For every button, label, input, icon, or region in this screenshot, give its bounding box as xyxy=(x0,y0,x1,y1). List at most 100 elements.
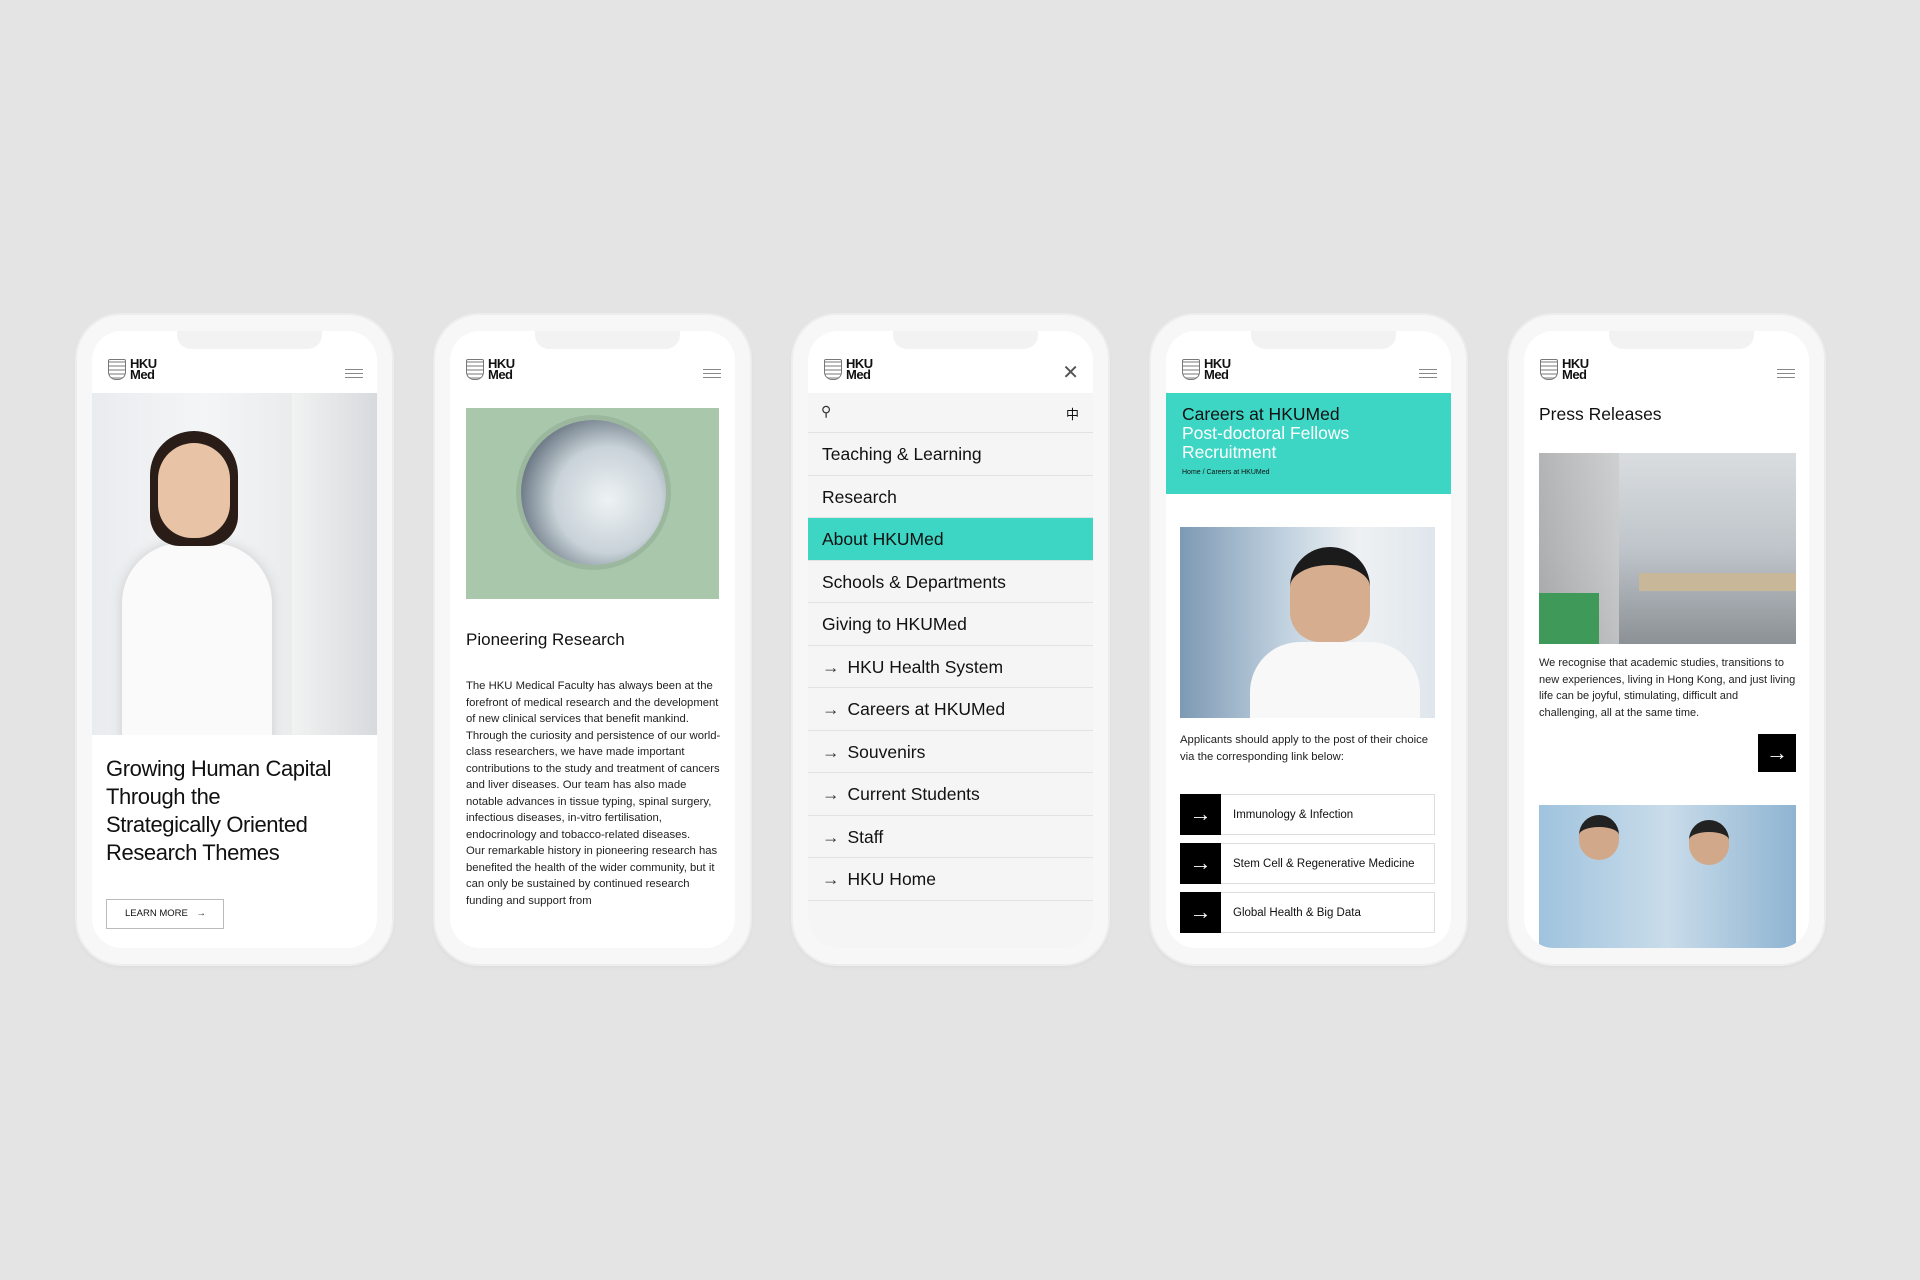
menu-item-label: HKU Health System xyxy=(847,656,1004,677)
logo-text: Med xyxy=(1562,367,1587,382)
page-banner: Careers at HKUMed Post-doctoral Fellows … xyxy=(1166,393,1451,494)
crest-icon xyxy=(824,358,842,380)
phone-mockup-press: HKU Med Press Releases We recognise that … xyxy=(1509,315,1824,964)
hamburger-menu-icon[interactable] xyxy=(1777,369,1795,378)
menu-item[interactable]: About HKUMed xyxy=(808,518,1093,561)
lab-photo xyxy=(466,408,719,599)
menu-item-label: About HKUMed xyxy=(822,529,944,549)
notch xyxy=(1609,331,1754,349)
menu-item-label: Careers at HKUMed xyxy=(847,699,1006,719)
link-label: Stem Cell & Regenerative Medicine xyxy=(1233,857,1415,870)
hkumed-logo[interactable]: HKU Med xyxy=(1540,357,1589,382)
menu-item-label: Souvenirs xyxy=(847,741,926,762)
crest-icon xyxy=(1540,358,1558,380)
arrow-right-icon: → xyxy=(1180,842,1221,884)
menu-item[interactable]: → HKU Home xyxy=(808,858,1093,901)
arrow-right-icon: → xyxy=(196,908,206,919)
menu-item-label: Current Students xyxy=(847,784,980,804)
menu-item[interactable]: Teaching & Learning xyxy=(808,433,1093,476)
screen-menu: HKU Med ✕ ⚲ 中 Teaching & Learning Research… xyxy=(808,331,1093,948)
students-photo xyxy=(1539,453,1796,644)
menu-item-label: Research xyxy=(822,486,897,507)
arrow-right-icon: → xyxy=(822,784,840,804)
section-label: Careers at HKUMed xyxy=(1182,404,1340,424)
search-bar[interactable]: ⚲ 中 xyxy=(808,393,1093,433)
arrow-right-icon: → xyxy=(822,826,840,847)
notch xyxy=(535,331,680,349)
heading-line: Through the xyxy=(106,784,221,809)
hkumed-logo[interactable]: HKU Med xyxy=(824,357,873,382)
button-label: LEARN MORE xyxy=(125,908,188,919)
screen-careers: HKU Med Careers at HKUMed Post-doctoral F… xyxy=(1166,331,1451,948)
researcher-photo xyxy=(1180,527,1435,718)
screen-research: HKU Med Pioneering Research The HKU Medic… xyxy=(450,331,735,948)
menu-item-label: HKU Home xyxy=(847,869,937,889)
hkumed-logo[interactable]: HKU Med xyxy=(1182,357,1231,382)
logo-text: Med xyxy=(1204,367,1229,382)
link-label: Global Health & Big Data xyxy=(1233,906,1361,919)
menu-item-label: Staff xyxy=(847,826,884,847)
screen-press: HKU Med Press Releases We recognise that … xyxy=(1524,331,1809,948)
hkumed-logo[interactable]: HKU Med xyxy=(466,357,515,382)
notch xyxy=(177,331,322,349)
breadcrumb[interactable]: Home / Careers at HKUMed xyxy=(1182,469,1435,476)
body-paragraph: Our remarkable history in pioneering res… xyxy=(466,845,718,907)
link-global-health[interactable]: → Global Health & Big Data xyxy=(1180,891,1435,933)
heading-line: Strategically Oriented xyxy=(106,812,308,837)
menu-item[interactable]: Schools & Departments xyxy=(808,560,1093,603)
hamburger-menu-icon[interactable] xyxy=(345,369,363,378)
section-title: Pioneering Research xyxy=(466,630,625,649)
menu-item[interactable]: Research xyxy=(808,475,1093,518)
page-title: Post-doctoral Fellows xyxy=(1182,423,1350,443)
crest-icon xyxy=(466,358,484,380)
hkumed-logo[interactable]: HKU Med xyxy=(108,357,157,382)
learn-more-button[interactable]: LEARN MORE → xyxy=(106,899,224,929)
crest-icon xyxy=(1182,358,1200,380)
arrow-right-icon: → xyxy=(822,741,840,762)
search-icon[interactable]: ⚲ xyxy=(821,403,831,420)
heading-line: Growing Human Capital xyxy=(106,756,332,781)
hamburger-menu-icon[interactable] xyxy=(703,369,721,378)
close-icon[interactable]: ✕ xyxy=(1062,363,1079,383)
menu-item-label: Teaching & Learning xyxy=(822,444,982,464)
heading-line: Research Themes xyxy=(106,840,280,865)
language-toggle[interactable]: 中 xyxy=(1066,404,1079,423)
menu-item[interactable]: → Current Students xyxy=(808,773,1093,816)
link-immunology[interactable]: → Immunology & Infection xyxy=(1180,793,1435,835)
phone-mockup-careers: HKU Med Careers at HKUMed Post-doctoral F… xyxy=(1151,315,1466,964)
crest-icon xyxy=(108,358,126,380)
hero-heading: Growing Human Capital Through the Strate… xyxy=(106,755,332,867)
arrow-right-icon: → xyxy=(1180,891,1221,933)
screen-home: HKU Med Growing Human Capital Through the… xyxy=(92,331,377,948)
menu-item[interactable]: Giving to HKUMed xyxy=(808,603,1093,646)
menu-item[interactable]: → HKU Health System xyxy=(808,645,1093,688)
notch xyxy=(893,331,1038,349)
arrow-right-icon: → xyxy=(1766,740,1788,765)
arrow-right-icon: → xyxy=(822,699,840,719)
page-title: Press Releases xyxy=(1539,404,1662,424)
logo-text: Med xyxy=(846,367,871,382)
phone-mockup-home: HKU Med Growing Human Capital Through the… xyxy=(77,315,392,964)
phone-mockup-research: HKU Med Pioneering Research The HKU Medic… xyxy=(435,315,750,964)
link-label: Immunology & Infection xyxy=(1233,808,1354,821)
body-paragraph: We recognise that academic studies, tran… xyxy=(1539,657,1796,719)
body-paragraph: The HKU Medical Faculty has always been … xyxy=(466,680,721,841)
menu-item[interactable]: → Careers at HKUMed xyxy=(808,688,1093,731)
page-title: Recruitment xyxy=(1182,442,1277,462)
logo-text: Med xyxy=(130,367,155,382)
menu-item-label: Giving to HKUMed xyxy=(822,614,967,634)
hero-photo-student xyxy=(92,393,377,735)
menu-item[interactable]: → Souvenirs xyxy=(808,730,1093,773)
logo-text: Med xyxy=(488,367,513,382)
arrow-right-button[interactable]: → xyxy=(1758,734,1796,772)
arrow-right-icon: → xyxy=(822,869,840,889)
link-stem-cell[interactable]: → Stem Cell & Regenerative Medicine xyxy=(1180,842,1435,884)
arrow-right-icon: → xyxy=(822,656,840,677)
notch xyxy=(1251,331,1396,349)
intro-text: Applicants should apply to the post of t… xyxy=(1180,734,1429,763)
surgery-photo xyxy=(1539,805,1796,948)
menu-item[interactable]: → Staff xyxy=(808,815,1093,858)
hamburger-menu-icon[interactable] xyxy=(1419,369,1437,378)
arrow-right-icon: → xyxy=(1180,793,1221,835)
phone-mockup-menu: HKU Med ✕ ⚲ 中 Teaching & Learning Research… xyxy=(793,315,1108,964)
